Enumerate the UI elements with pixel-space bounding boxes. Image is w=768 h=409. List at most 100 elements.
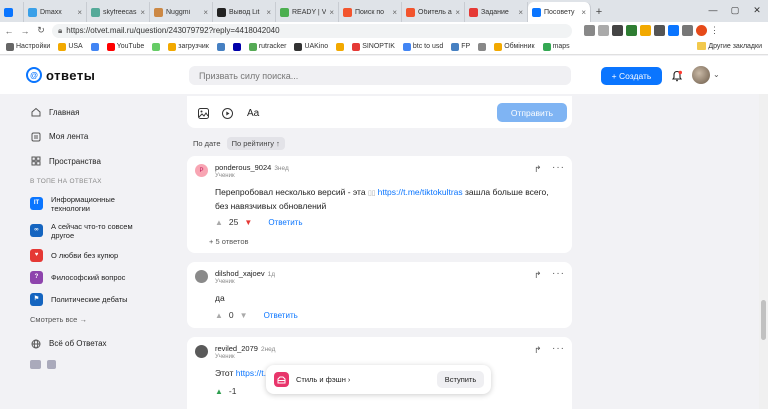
sort-by-date[interactable]: По дате	[193, 139, 221, 148]
vk-icon[interactable]	[30, 359, 41, 369]
browser-tab[interactable]: Вывод Lit ×	[213, 2, 276, 22]
sidebar-topic[interactable]: ∞ А сейчас что-то совсем другое	[30, 222, 170, 240]
sidebar-topic[interactable]: ♥ О любви без купюр	[30, 248, 170, 262]
sidebar-item-home[interactable]: Главная	[30, 104, 170, 120]
bookmark-item[interactable]: загрузчик	[168, 42, 209, 51]
sidebar-item-spaces[interactable]: Пространства	[30, 153, 170, 169]
search-input[interactable]: Призвать силу поиска...	[189, 66, 571, 85]
bookmark-item[interactable]	[478, 42, 487, 51]
reply-button[interactable]: Ответить	[268, 218, 302, 227]
downvote-icon[interactable]: ▼	[244, 218, 252, 227]
see-all-link[interactable]: Смотреть все →	[30, 315, 170, 324]
bookmark-item[interactable]: btc to usd	[402, 42, 443, 51]
share-icon[interactable]: ↱	[534, 270, 542, 281]
bookmark-item[interactable]	[216, 42, 225, 51]
more-options-icon[interactable]: ···	[552, 343, 565, 354]
maximize-icon[interactable]: ▢	[724, 0, 746, 20]
downvote-icon[interactable]: ▼	[240, 311, 248, 320]
browser-tab[interactable]: Обитель а ×	[402, 2, 465, 22]
more-options-icon[interactable]: ···	[552, 268, 565, 279]
close-tab-icon[interactable]: ×	[266, 8, 271, 17]
ok-icon[interactable]	[47, 359, 56, 369]
upvote-icon[interactable]: ▲	[215, 387, 223, 396]
new-tab-icon[interactable]: +	[591, 2, 607, 22]
sort-by-rating[interactable]: По рейтингу ↑	[226, 137, 285, 150]
profile-icon[interactable]	[696, 25, 707, 36]
avatar[interactable]	[195, 345, 208, 358]
bookmark-item[interactable]: FP	[451, 42, 470, 51]
bookmark-item[interactable]: UAKino	[294, 42, 328, 51]
browser-tab[interactable]	[0, 2, 24, 22]
close-tab-icon[interactable]: ×	[77, 8, 82, 17]
bookmark-item[interactable]: Обмінник	[494, 42, 535, 51]
browser-tab[interactable]: Dmaxx ×	[24, 2, 87, 22]
forward-icon[interactable]: →	[20, 26, 30, 36]
share-icon[interactable]: ↱	[534, 345, 542, 356]
popup-text[interactable]: Стиль и фэшн ›	[296, 375, 350, 384]
scrollbar-track[interactable]	[759, 94, 768, 409]
ltc-extension-icon[interactable]	[626, 25, 637, 36]
share-icon[interactable]: ↱	[534, 164, 542, 175]
join-button[interactable]: Вступить	[437, 371, 484, 388]
close-tab-icon[interactable]: ×	[203, 8, 208, 17]
extension-icon[interactable]	[612, 25, 623, 36]
bookmark-item[interactable]: SINOPTIK	[352, 42, 395, 51]
browser-tab[interactable]: Поиск по ×	[339, 2, 402, 22]
close-tab-icon[interactable]: ×	[581, 8, 586, 17]
other-bookmarks[interactable]: Другие закладки	[697, 42, 762, 50]
browser-tab[interactable]: READY | V ×	[276, 2, 339, 22]
answer-author[interactable]: dilshod_xajoev 1д	[215, 269, 275, 278]
url-field[interactable]: 🔒︎ https://otvet.mail.ru/question/243079…	[52, 23, 572, 38]
close-window-icon[interactable]: ✕	[746, 0, 768, 20]
btc-extension-icon[interactable]	[640, 25, 651, 36]
scrollbar-thumb[interactable]	[761, 300, 766, 340]
bookmark-item[interactable]: rutracker	[248, 42, 286, 51]
share-icon[interactable]	[584, 25, 595, 36]
bookmark-item[interactable]	[152, 42, 161, 51]
extension-icon[interactable]	[668, 25, 679, 36]
browser-tab[interactable]: Nuggmi ×	[150, 2, 213, 22]
bookmark-item[interactable]	[336, 42, 345, 51]
replies-toggle[interactable]: + 5 ответов	[209, 237, 249, 246]
image-icon[interactable]	[198, 108, 209, 119]
chevron-down-icon[interactable]: ⌄	[713, 70, 720, 79]
video-icon[interactable]	[222, 108, 233, 119]
sidebar-item-about[interactable]: Всё об Ответах	[30, 336, 170, 352]
sidebar-topic[interactable]: ⚑ Политические дебаты	[30, 292, 170, 306]
browser-tab[interactable]: skyfreecas ×	[87, 2, 150, 22]
reload-icon[interactable]: ↻	[36, 25, 46, 36]
sidebar-topic[interactable]: IT Информационные технологии	[30, 195, 170, 213]
text-format-button[interactable]: Aa	[247, 108, 259, 119]
more-options-icon[interactable]: ···	[552, 162, 565, 173]
avatar[interactable]	[195, 270, 208, 283]
site-logo[interactable]: @ ответы	[26, 67, 95, 83]
avatar[interactable]: P	[195, 164, 208, 177]
close-tab-icon[interactable]: ×	[455, 8, 460, 17]
sidebar-topic[interactable]: ? Философский вопрос	[30, 270, 170, 284]
close-tab-icon[interactable]: ×	[518, 8, 523, 17]
close-tab-icon[interactable]: ×	[392, 8, 397, 17]
notification-bell-icon[interactable]	[671, 70, 683, 82]
bookmark-item[interactable]: Настройки	[6, 42, 50, 51]
bookmark-item[interactable]	[90, 42, 99, 51]
user-avatar[interactable]	[692, 66, 710, 84]
submit-button[interactable]: Отправить	[497, 103, 567, 122]
create-button[interactable]: + Создать	[601, 67, 662, 85]
answer-author[interactable]: reviled_2079 2нед	[215, 344, 275, 353]
bookmark-item[interactable]	[232, 42, 241, 51]
bookmark-item[interactable]: USA	[58, 42, 83, 51]
upvote-icon[interactable]: ▲	[215, 311, 223, 320]
close-tab-icon[interactable]: ×	[140, 8, 145, 17]
back-icon[interactable]: ←	[4, 26, 14, 36]
close-tab-icon[interactable]: ×	[329, 8, 334, 17]
puzzle-icon[interactable]	[682, 25, 693, 36]
bookmark-item[interactable]: YouTube	[106, 42, 144, 51]
star-icon[interactable]	[598, 25, 609, 36]
answer-link[interactable]: https://t.r	[236, 368, 269, 378]
sidebar-item-feed[interactable]: Моя лента	[30, 129, 170, 145]
upvote-icon[interactable]: ▲	[215, 218, 223, 227]
minimize-icon[interactable]: —	[702, 0, 724, 20]
browser-tab[interactable]: Задание ×	[465, 2, 528, 22]
answer-link[interactable]: https://t.me/tiktokultras	[378, 187, 463, 197]
bookmark-item[interactable]: maps	[542, 42, 570, 51]
